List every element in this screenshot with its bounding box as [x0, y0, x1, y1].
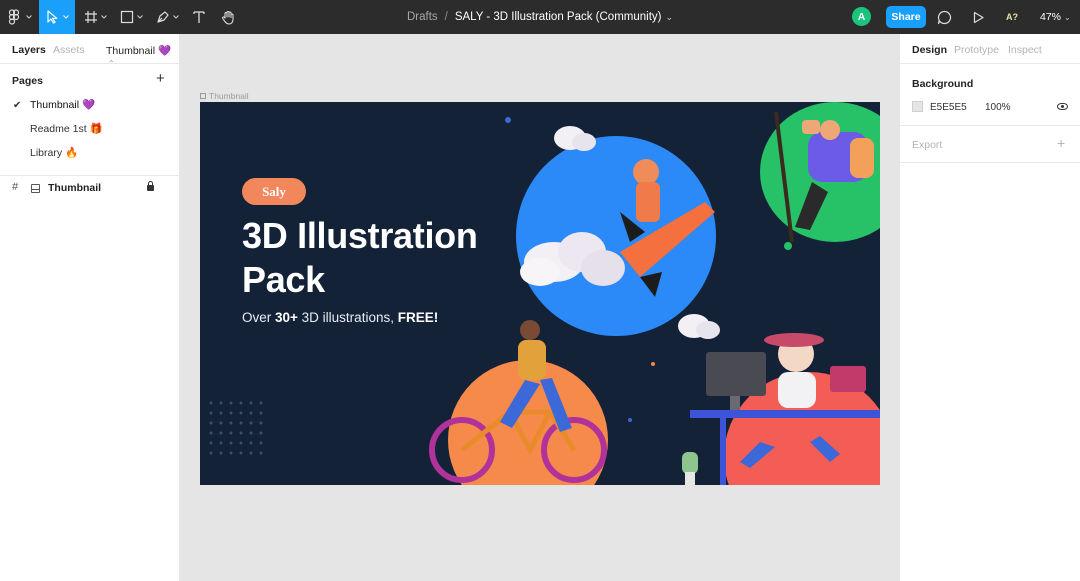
chevron-up-icon: ⌃	[108, 59, 115, 68]
zoom-level: 47%	[1040, 11, 1062, 23]
headline-line-2: Pack	[242, 259, 325, 300]
text-tool-icon	[192, 10, 206, 24]
dot-decoration	[784, 242, 792, 250]
frame-tool-button[interactable]	[79, 0, 111, 34]
file-name[interactable]: SALY - 3D Illustration Pack (Community)	[455, 11, 662, 23]
hand-tool-button[interactable]	[216, 0, 240, 34]
tab-prototype[interactable]: Prototype	[954, 44, 999, 56]
move-tool-icon	[46, 10, 60, 24]
comment-icon	[937, 10, 952, 25]
lock-icon[interactable]	[147, 181, 154, 191]
subtitle-prefix: Over	[242, 310, 276, 325]
frame-label-text: Thumbnail	[209, 91, 249, 101]
frame-icon	[200, 93, 206, 99]
saly-badge: Saly	[242, 178, 306, 205]
divider	[900, 125, 1080, 126]
left-panel: Layers Assets Thumbnail 💜 ⌃ Pages + ✔ Thu…	[0, 34, 180, 581]
page-item-thumbnail[interactable]: Thumbnail 💜	[30, 98, 95, 111]
pages-header: Pages	[12, 75, 43, 87]
subtitle-free: FREE!	[397, 310, 439, 325]
chevron-down-icon: ⌄	[1064, 12, 1071, 22]
plus-icon: +	[156, 70, 165, 87]
main-menu-button[interactable]	[0, 0, 38, 34]
comment-button[interactable]	[933, 0, 955, 34]
breadcrumb-separator: /	[444, 11, 448, 23]
rocket-icon	[620, 159, 715, 297]
background-hex-input[interactable]: E5E5E5	[930, 102, 967, 113]
cloud-icon	[520, 232, 625, 286]
avatar[interactable]: A	[852, 7, 871, 26]
divider	[900, 162, 1080, 163]
frame-label[interactable]: Thumbnail	[200, 91, 249, 101]
thumbnail-frame[interactable]: Saly 3D Illustration Pack Over 30+ 3D il…	[200, 102, 880, 485]
subtitle-count: 30+	[275, 310, 298, 325]
background-opacity-input[interactable]: 100%	[985, 102, 1011, 113]
tab-layers[interactable]: Layers	[12, 44, 46, 56]
shape-tool-button[interactable]	[115, 0, 147, 34]
shape-tool-icon	[120, 10, 134, 24]
headline-line-1: 3D Illustration	[242, 215, 478, 256]
add-export-button[interactable]: +	[1057, 135, 1065, 151]
cloud-icon	[554, 126, 596, 151]
background-section-title: Background	[912, 78, 974, 90]
hiker-character-icon	[774, 111, 874, 243]
move-tool-button[interactable]	[39, 0, 75, 34]
zoom-menu[interactable]: 47% ⌄	[1040, 0, 1071, 34]
right-panel: Design Prototype Inspect Background E5E5…	[899, 34, 1080, 581]
pen-tool-button[interactable]	[151, 0, 183, 34]
dot-decoration	[651, 362, 655, 366]
tab-design[interactable]: Design	[912, 44, 947, 56]
layer-row-thumbnail[interactable]: # Thumbnail	[0, 179, 180, 199]
plus-icon: +	[1057, 135, 1066, 151]
tab-inspect[interactable]: Inspect	[1008, 44, 1042, 56]
thumbnail-headline: 3D Illustration Pack	[242, 214, 478, 302]
page-item-library[interactable]: Library 🔥	[30, 146, 78, 159]
breadcrumb-drafts[interactable]: Drafts	[407, 11, 438, 23]
chevron-down-icon[interactable]: ⌄	[665, 12, 673, 23]
frame-tool-icon	[84, 10, 98, 24]
figma-menu-icon	[7, 9, 23, 25]
text-tool-button[interactable]	[187, 0, 211, 34]
left-panel-tabs: Layers Assets Thumbnail 💜 ⌃	[0, 34, 179, 68]
tab-assets[interactable]: Assets	[53, 44, 85, 56]
cyclist-character-icon	[429, 320, 607, 483]
page-item-readme[interactable]: Readme 1st 🎁	[30, 122, 103, 135]
thumbnail-subtitle: Over 30+ 3D illustrations, FREE!	[242, 310, 438, 325]
frame-icon	[31, 184, 40, 193]
eye-icon[interactable]	[1057, 103, 1068, 110]
play-icon	[972, 11, 985, 24]
pen-tool-icon	[156, 10, 170, 24]
cloud-icon	[678, 314, 720, 339]
checkmark-icon: ✔	[13, 100, 22, 111]
add-page-button[interactable]: +	[156, 71, 165, 87]
accessibility-check-icon[interactable]: A?	[1006, 0, 1018, 34]
current-page-selector[interactable]: Thumbnail 💜 ⌃	[106, 44, 179, 69]
dot-decoration	[628, 418, 632, 422]
divider	[0, 175, 180, 176]
current-page-label: Thumbnail 💜	[106, 45, 172, 57]
desk-scene-icon	[682, 333, 880, 485]
background-color-swatch[interactable]	[912, 101, 923, 112]
layer-label: Thumbnail	[48, 182, 102, 194]
export-section-title: Export	[912, 139, 943, 151]
hand-tool-icon	[221, 10, 236, 25]
frame-hash-icon: #	[12, 181, 19, 193]
toolbar: Drafts / SALY - 3D Illustration Pack (Co…	[0, 0, 1080, 34]
subtitle-middle: 3D illustrations,	[297, 310, 398, 325]
present-button[interactable]	[967, 0, 989, 34]
dot-decoration	[505, 117, 511, 123]
right-panel-tabs: Design Prototype Inspect	[900, 34, 1080, 64]
canvas[interactable]: Thumbnail Saly 3D Illustration Pack Over…	[181, 34, 1061, 581]
share-button[interactable]: Share	[886, 6, 926, 28]
